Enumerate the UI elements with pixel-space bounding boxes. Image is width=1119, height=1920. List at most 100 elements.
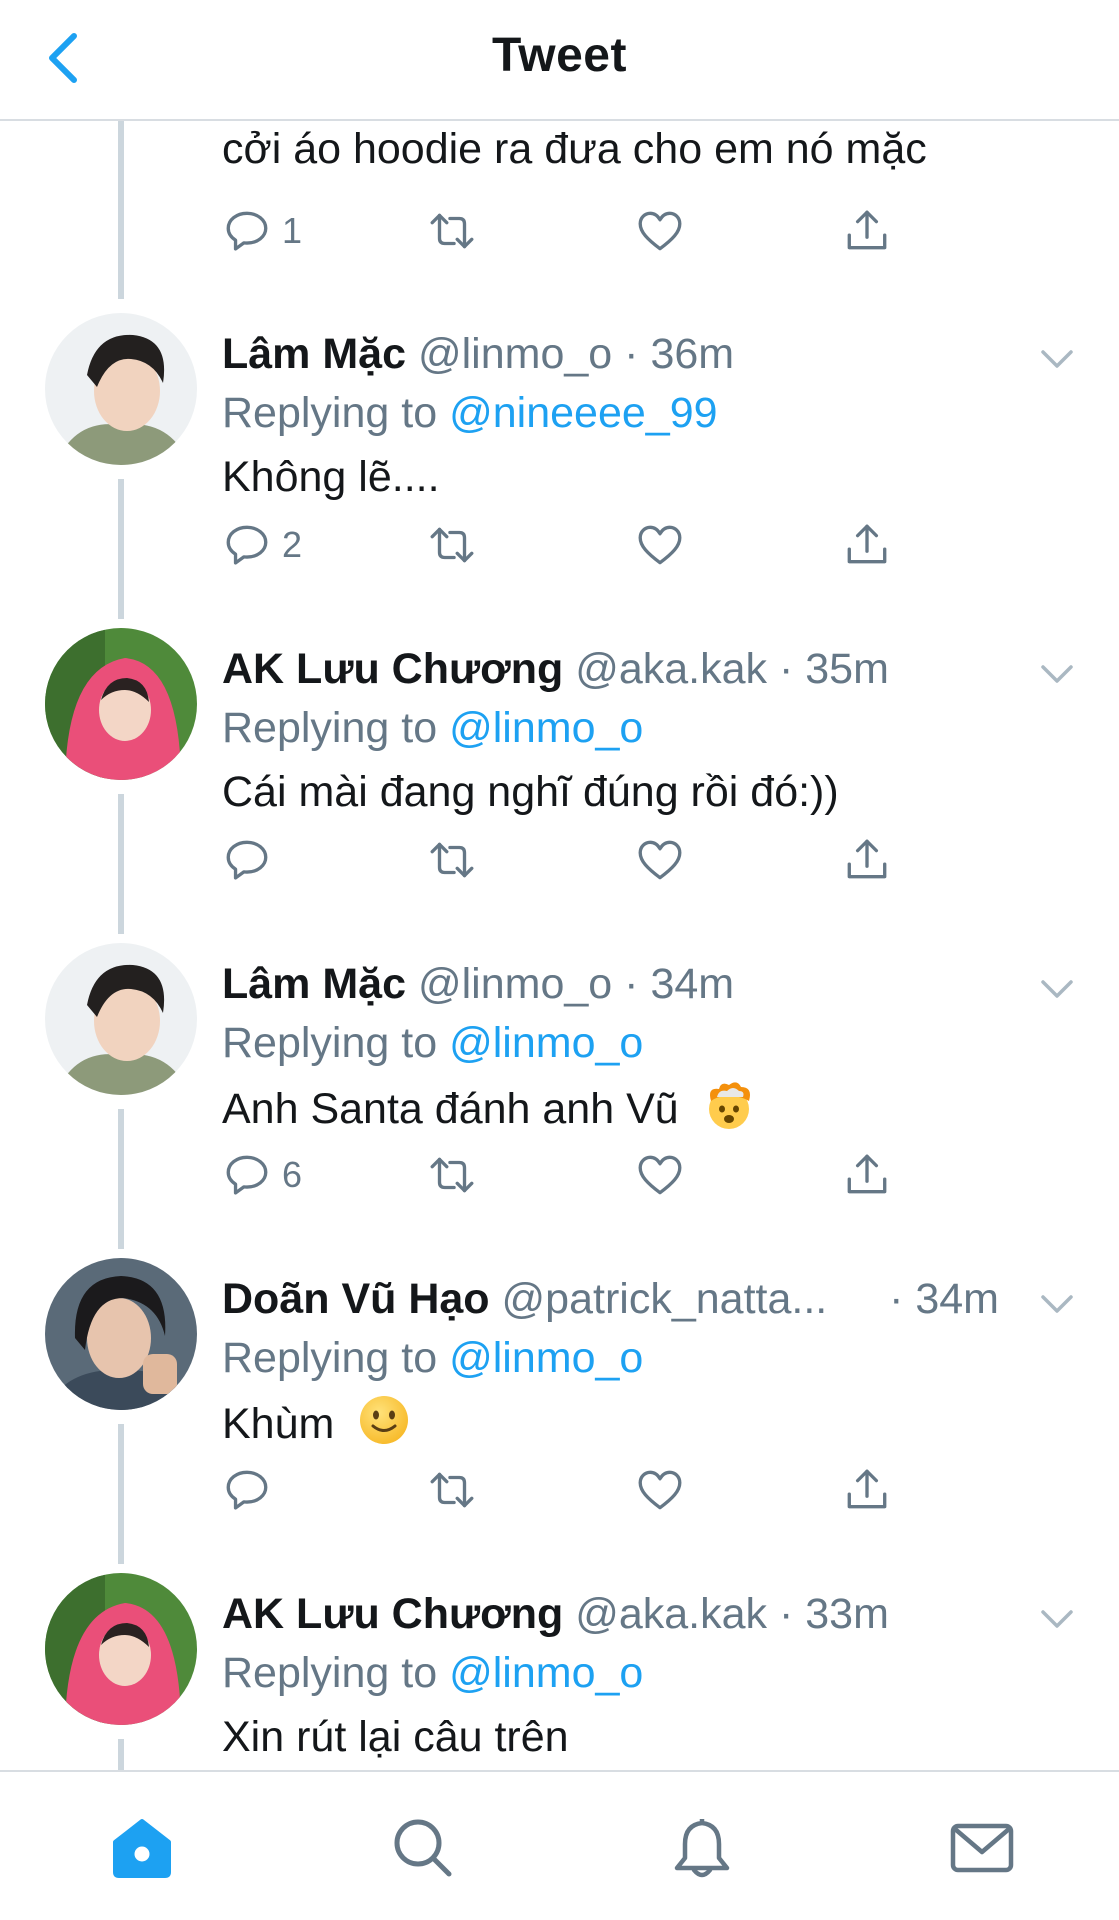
retweet-button[interactable] xyxy=(427,201,477,261)
chevron-down-icon xyxy=(1041,350,1073,368)
tab-bar xyxy=(0,1770,1119,1920)
thread-line xyxy=(118,1424,124,1564)
share-icon xyxy=(847,210,887,250)
separator-dot: · xyxy=(778,645,794,693)
like-button[interactable] xyxy=(635,1145,685,1205)
more-options-button[interactable] xyxy=(1037,654,1077,694)
tweet-header: Lâm Mặc @linmo_o · 36m xyxy=(222,326,734,382)
reply-button[interactable]: 2 xyxy=(222,515,302,575)
mention-link[interactable]: @linmo_o xyxy=(449,704,643,752)
retweet-button[interactable] xyxy=(427,515,477,575)
share-button[interactable] xyxy=(842,830,892,890)
replying-label: Replying to xyxy=(222,1019,438,1067)
reply-button[interactable]: 1 xyxy=(222,201,302,261)
display-name[interactable]: Doãn Vũ Hạo xyxy=(222,1275,490,1323)
more-options-button[interactable] xyxy=(1037,969,1077,1009)
slightly-smiling-face-emoji xyxy=(360,1396,409,1444)
avatar[interactable] xyxy=(45,628,197,780)
chevron-down-icon xyxy=(1041,1610,1073,1628)
header: Tweet xyxy=(0,0,1119,121)
search-icon xyxy=(394,1819,452,1877)
mention-link[interactable]: @nineeee_99 xyxy=(449,389,717,437)
tweet-text-content: Anh Santa đánh anh Vũ xyxy=(222,1085,679,1133)
like-button[interactable] xyxy=(635,830,685,890)
like-button[interactable] xyxy=(635,1460,685,1520)
share-icon xyxy=(847,839,887,879)
like-button[interactable] xyxy=(635,201,685,261)
tweet-time: 35m xyxy=(805,645,889,693)
retweet-icon xyxy=(430,1157,474,1193)
tweet-time: 34m xyxy=(650,960,735,1008)
heart-icon xyxy=(638,525,682,565)
user-handle: @linmo_o xyxy=(417,330,613,378)
mention-link[interactable]: @linmo_o xyxy=(449,1334,643,1382)
replying-label: Replying to xyxy=(222,1649,438,1697)
tab-home[interactable] xyxy=(107,1812,177,1882)
display-name[interactable]: Lâm Mặc xyxy=(222,330,406,378)
reply-button[interactable] xyxy=(222,830,282,890)
share-button[interactable] xyxy=(842,515,892,575)
tweet-time: 36m xyxy=(650,330,735,378)
reply-button[interactable]: 6 xyxy=(222,1145,302,1205)
avatar[interactable] xyxy=(45,313,197,465)
display-name[interactable]: AK Lưu Chương xyxy=(222,645,563,693)
thread-line xyxy=(118,794,124,934)
reply-icon xyxy=(226,211,268,251)
avatar[interactable] xyxy=(45,1258,197,1410)
tweet-text: Không lẽ.... xyxy=(222,453,440,501)
retweet-button[interactable] xyxy=(427,830,477,890)
retweet-icon xyxy=(430,213,474,249)
home-icon xyxy=(113,1819,171,1878)
tab-messages[interactable] xyxy=(947,1812,1017,1882)
reply-button[interactable] xyxy=(222,1460,282,1520)
tweet-actions: 6 xyxy=(222,1145,922,1205)
retweet-icon xyxy=(430,527,474,563)
retweet-icon xyxy=(430,1472,474,1508)
reply-icon xyxy=(226,1155,268,1195)
replying-label: Replying to xyxy=(222,1334,438,1382)
notifications-icon xyxy=(674,1819,730,1878)
avatar[interactable] xyxy=(45,1573,197,1725)
tweet-text: Cái mài đang nghĩ đúng rồi đó:)) xyxy=(222,768,839,816)
heart-icon xyxy=(638,1470,682,1510)
user-handle: @aka.kak xyxy=(575,1590,768,1638)
share-button[interactable] xyxy=(842,201,892,261)
tab-search[interactable] xyxy=(387,1812,457,1882)
tweet-header: AK Lưu Chương @aka.kak · 33m xyxy=(222,1586,889,1642)
retweet-button[interactable] xyxy=(427,1145,477,1205)
separator-dot: · xyxy=(889,1275,904,1323)
tweet-actions xyxy=(222,830,922,890)
separator-dot: · xyxy=(624,330,639,378)
reply-count: 2 xyxy=(282,524,303,565)
tweet-actions xyxy=(222,1460,922,1520)
mention-link[interactable]: @linmo_o xyxy=(449,1019,643,1067)
share-button[interactable] xyxy=(842,1145,892,1205)
tweet-text: Xin rút lại câu trên xyxy=(222,1713,569,1761)
tweet-actions: 2 xyxy=(222,515,922,575)
avatar[interactable] xyxy=(45,943,197,1095)
display-name[interactable]: Lâm Mặc xyxy=(222,960,406,1008)
retweet-icon xyxy=(430,842,474,878)
reply-count: 6 xyxy=(282,1154,303,1195)
display-name[interactable]: AK Lưu Chương xyxy=(222,1590,563,1638)
share-button[interactable] xyxy=(842,1460,892,1520)
retweet-button[interactable] xyxy=(427,1460,477,1520)
user-handle: @aka.kak xyxy=(575,645,768,693)
replying-to: Replying to @linmo_o xyxy=(222,700,643,756)
tab-notifications[interactable] xyxy=(667,1812,737,1882)
mention-link[interactable]: @linmo_o xyxy=(449,1649,643,1697)
separator-dot: · xyxy=(778,1590,794,1638)
more-options-button[interactable] xyxy=(1037,1599,1077,1639)
thread-line xyxy=(118,1739,124,1770)
like-button[interactable] xyxy=(635,515,685,575)
exploding-head-emoji xyxy=(708,1082,750,1129)
page-title: Tweet xyxy=(492,29,627,82)
more-options-button[interactable] xyxy=(1037,1284,1077,1324)
replying-to: Replying to @linmo_o xyxy=(222,1330,643,1386)
more-options-button[interactable] xyxy=(1037,339,1077,379)
reply-count: 1 xyxy=(282,210,303,251)
chevron-down-icon xyxy=(1041,665,1073,683)
user-handle: @patrick_natta... xyxy=(501,1275,828,1323)
tweet-text: cởi áo hoodie ra đưa cho em nó mặc xyxy=(222,125,927,173)
tweet-actions: 1 xyxy=(222,201,922,261)
